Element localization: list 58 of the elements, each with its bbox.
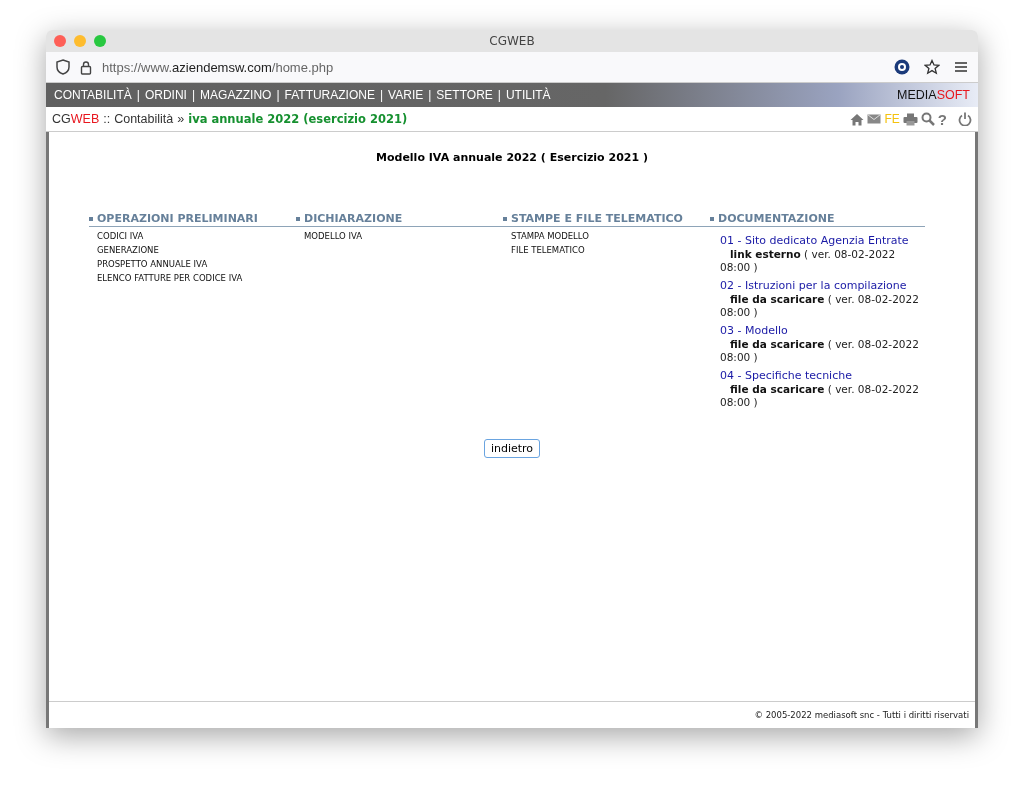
bullet-icon [503, 216, 507, 221]
bullet-icon [296, 216, 300, 221]
power-icon[interactable] [958, 112, 972, 126]
menu-link[interactable]: MODELLO IVA [304, 231, 363, 241]
menu-item[interactable]: FATTURAZIONE [284, 88, 375, 102]
copyright-text: © 2005-2022 mediasoft snc - Tutti i diritti riservati [49, 701, 975, 728]
shield-icon [56, 59, 70, 75]
menu-link[interactable]: STAMPA MODELLO [511, 231, 589, 241]
close-button[interactable] [54, 35, 66, 47]
search-icon[interactable] [920, 112, 935, 126]
menu-link[interactable]: FILE TELEMATICO [511, 245, 585, 255]
printer-icon[interactable] [902, 112, 918, 126]
menu-item[interactable]: UTILITÀ [505, 88, 551, 102]
breadcrumb-arrow: » [177, 112, 185, 126]
back-button[interactable]: indietro [483, 439, 541, 458]
menu-item[interactable]: SETTORE [436, 88, 493, 102]
menu-link[interactable]: CODICI IVA [97, 231, 144, 241]
help-link[interactable]: ? [937, 110, 947, 128]
bullet-icon [89, 216, 93, 221]
document-note: file da scaricare ( ver. 08-02-2022 08:00 ) [720, 293, 920, 319]
menu-separator: | [191, 88, 196, 102]
menu-separator: | [428, 88, 432, 102]
menu-separator: | [136, 88, 140, 102]
mail-icon[interactable] [867, 114, 882, 124]
document-link[interactable]: 03 - Modello [720, 324, 788, 337]
section-heading: DOCUMENTAZIONE [718, 212, 835, 225]
document-link[interactable]: 01 - Sito dedicato Agenzia Entrate [720, 234, 909, 247]
menu-link[interactable]: ELENCO FATTURE PER CODICE IVA [97, 273, 243, 283]
lock-icon [80, 59, 92, 75]
section-heading: DICHIARAZIONE [304, 212, 403, 225]
section-heading: OPERAZIONI PRELIMINARI [97, 212, 258, 225]
document-note: link esterno ( ver. 08-02-2022 08:00 ) [720, 248, 897, 274]
section-heading: STAMPE E FILE TELEMATICO [511, 212, 683, 225]
menu-separator: | [497, 88, 501, 102]
app-logo[interactable]: CGWEB [52, 112, 100, 126]
document-link[interactable]: 04 - Specifiche tecniche [720, 369, 852, 382]
page-title: Modello IVA annuale 2022 ( Esercizio 2021 ) [375, 151, 649, 164]
menu-link[interactable]: GENERAZIONE [97, 245, 159, 255]
menu-item[interactable]: MAGAZZINO [200, 88, 272, 102]
document-link[interactable]: 02 - Istruzioni per la compilazione [720, 279, 907, 292]
extension-icon[interactable] [894, 59, 910, 75]
home-icon[interactable] [850, 112, 865, 126]
menu-item[interactable]: CONTABILITÀ [54, 88, 132, 102]
menu-link[interactable]: PROSPETTO ANNUALE IVA [97, 259, 208, 269]
brand-logo: MEDIASOFT [897, 88, 970, 102]
window-title: CGWEB [489, 34, 535, 48]
menu-separator: | [379, 88, 384, 102]
breadcrumb-current: iva annuale 2022 (esercizio 2021) [188, 112, 408, 126]
menu-icon[interactable] [954, 61, 968, 73]
menu-item[interactable]: VARIE [388, 88, 424, 102]
menu-separator: | [276, 88, 280, 102]
bullet-icon [710, 216, 714, 221]
breadcrumb-link[interactable]: Contabilità [114, 112, 174, 126]
menu-item[interactable]: ORDINI [144, 88, 187, 102]
star-icon[interactable] [924, 59, 940, 75]
document-note: file da scaricare ( ver. 08-02-2022 08:00 ) [720, 338, 920, 364]
breadcrumb-separator: :: [103, 112, 111, 126]
document-note: file da scaricare ( ver. 08-02-2022 08:00 ) [720, 383, 920, 409]
